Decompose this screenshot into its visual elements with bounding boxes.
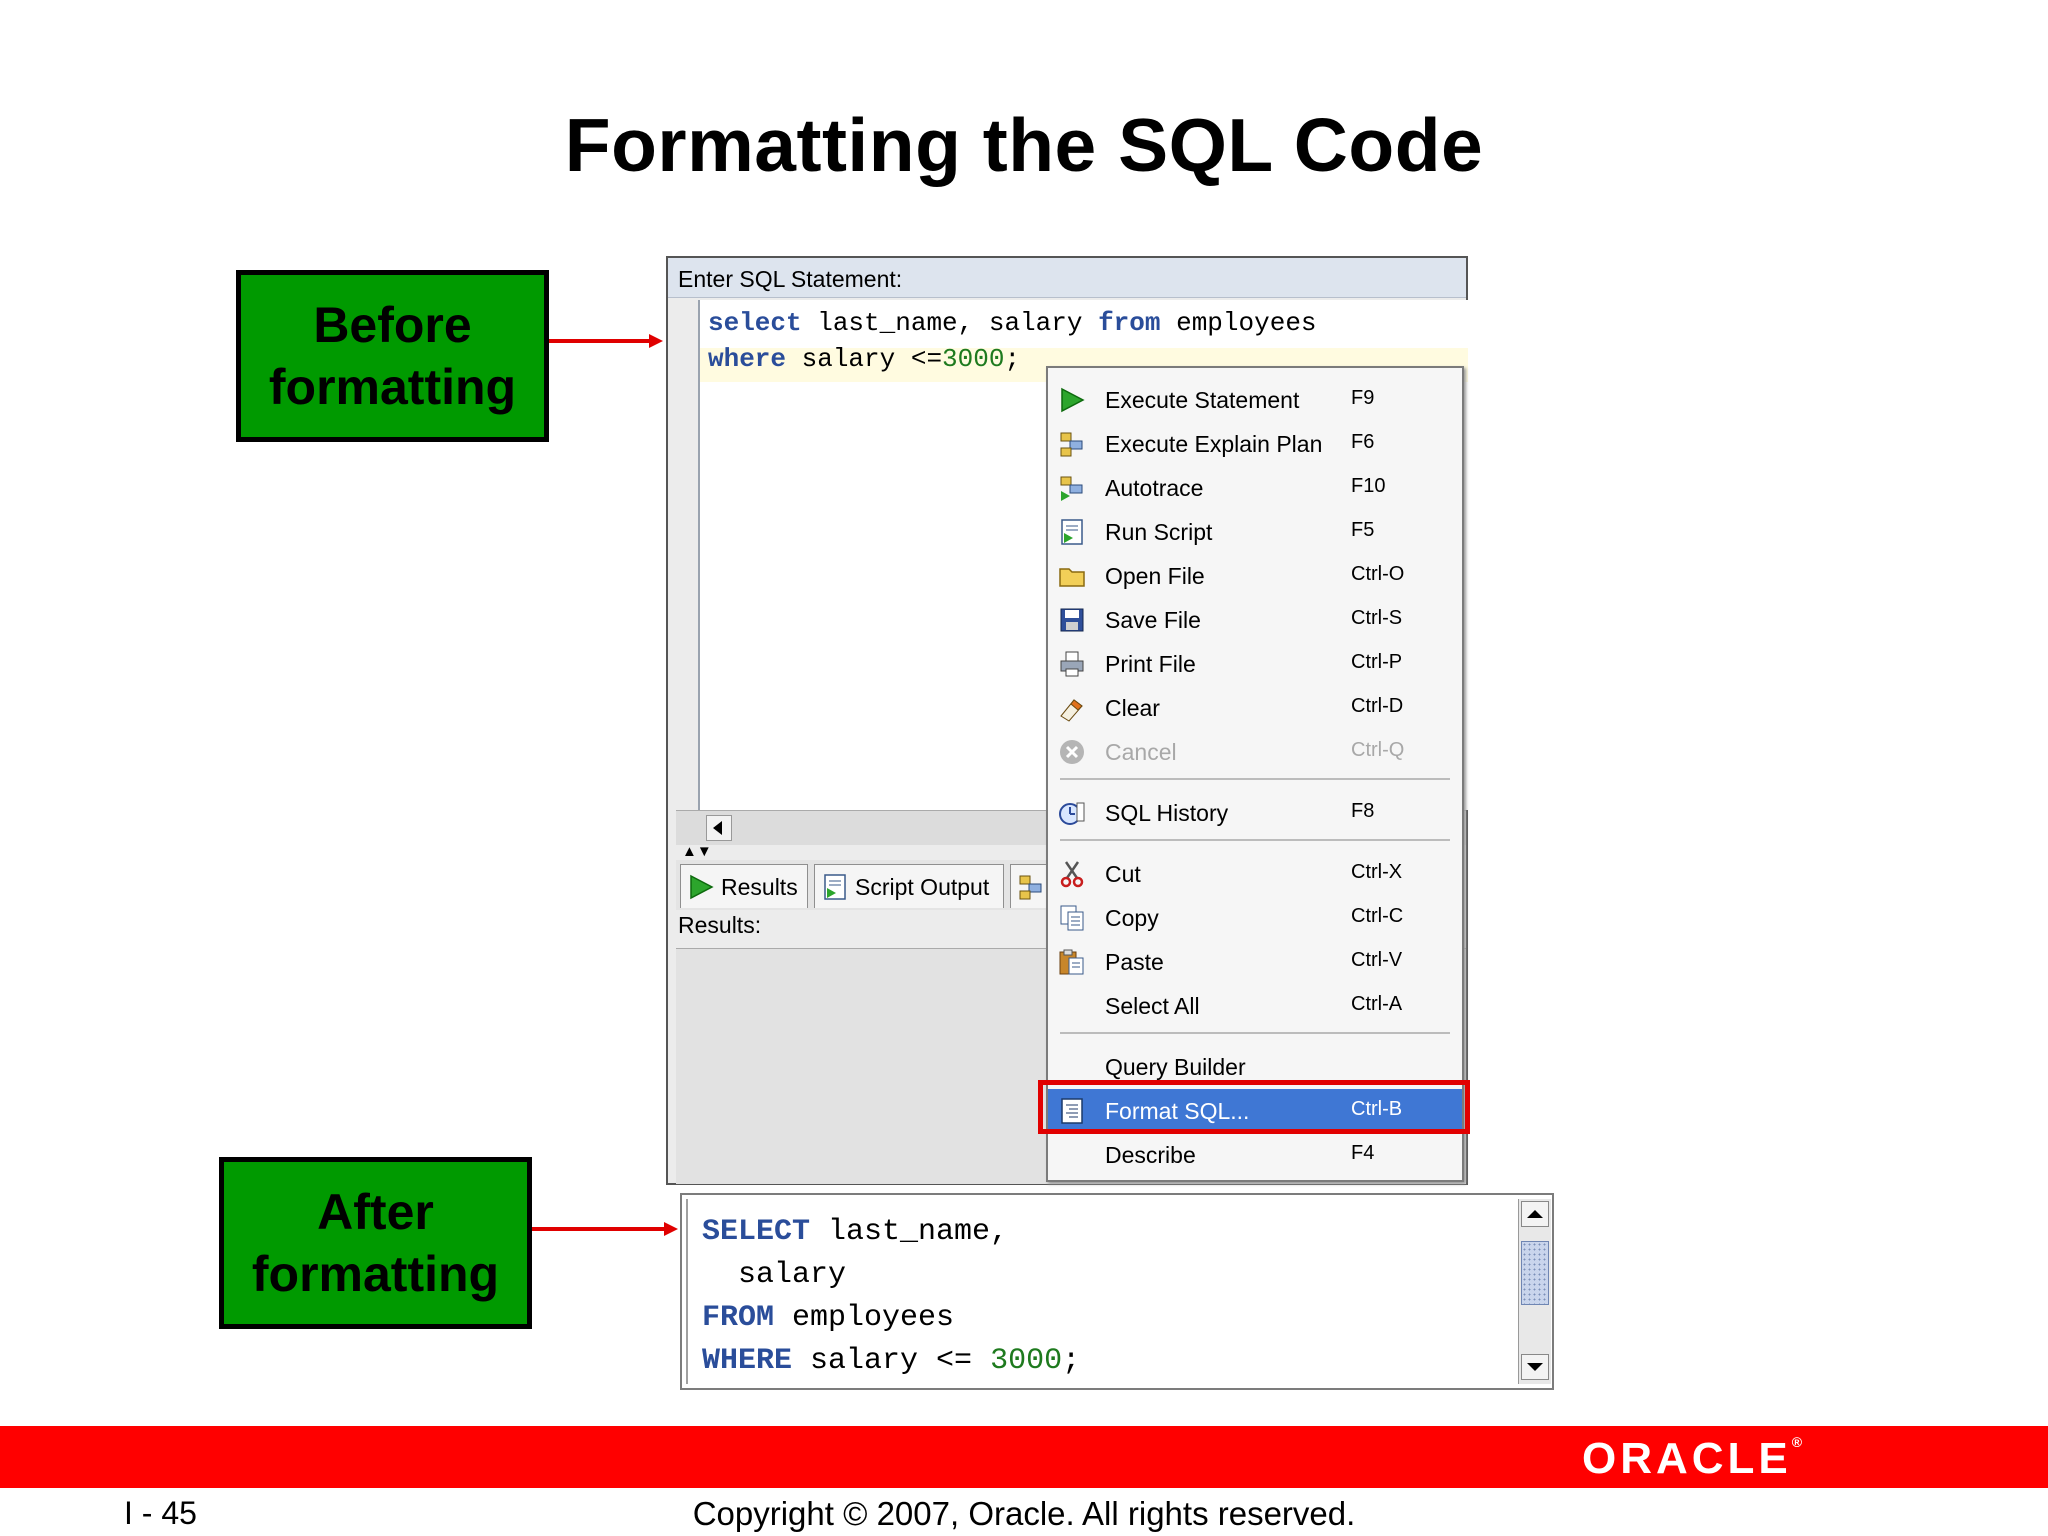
after-formatting-callout: After formatting (219, 1157, 532, 1329)
keyword-where: WHERE (702, 1344, 793, 1378)
slide-title: Formatting the SQL Code (564, 103, 1484, 187)
explain-plan-icon (1060, 432, 1083, 457)
keyword-where: where (708, 344, 787, 374)
formatted-line-3: FROM employees (702, 1301, 954, 1335)
paste-icon (1059, 949, 1084, 975)
oracle-logo-text: ORACLE (1582, 1434, 1792, 1483)
play-icon (690, 874, 714, 900)
after-callout-line2: formatting (251, 1246, 500, 1302)
before-formatting-callout: Before formatting (236, 270, 549, 442)
before-arrow-head (649, 334, 663, 348)
formatted-columns: last_name, (810, 1215, 1009, 1249)
keyword-from: FROM (702, 1301, 775, 1335)
run-script-icon (824, 874, 846, 900)
before-callout-line2: formatting (268, 359, 517, 415)
menu-item-autotrace[interactable]: Autotrace F10 (1048, 466, 1462, 510)
explain-plan-icon (1019, 875, 1042, 900)
formatted-semicolon: ; (1062, 1344, 1081, 1378)
copyright-text: Copyright © 2007, Oracle. All rights res… (692, 1495, 1356, 1532)
after-callout-line1: After (317, 1184, 434, 1240)
menu-item-clear[interactable]: Clear Ctrl-D (1048, 686, 1462, 730)
menu-item-print-file[interactable]: Print File Ctrl-P (1048, 642, 1462, 686)
formatted-sql-editor[interactable]: SELECT last_name, salary FROM employees … (686, 1199, 1516, 1384)
floppy-icon (1060, 608, 1084, 632)
tab-script-output-label: Script Output (855, 874, 990, 900)
formatted-line-1: SELECT last_name, (702, 1215, 1008, 1249)
history-icon (1059, 802, 1085, 825)
autotrace-icon (1060, 476, 1083, 501)
vertical-scrollbar[interactable] (1518, 1199, 1551, 1384)
scroll-left-button[interactable] (706, 815, 732, 841)
tab-results-label: Results (721, 874, 798, 900)
menu-item-copy[interactable]: Copy Ctrl-C (1048, 896, 1462, 940)
code-columns: last_name, salary (801, 308, 1099, 338)
chevron-up-icon (1527, 1210, 1543, 1218)
code-semicolon: ; (1004, 344, 1021, 374)
enter-sql-statement-label: Enter SQL Statement: (668, 258, 1466, 298)
menu-separator (1060, 1032, 1450, 1034)
copy-icon (1060, 905, 1084, 931)
splitter-arrows-icon[interactable]: ▲▼ (682, 844, 712, 859)
menu-item-run-script[interactable]: Run Script F5 (1048, 510, 1462, 554)
format-sql-highlight-box (1038, 1080, 1470, 1134)
play-icon (1061, 387, 1085, 413)
menu-item-cut[interactable]: Cut Ctrl-X (1048, 852, 1462, 896)
tab-script-output[interactable]: Script Output (814, 864, 1004, 908)
scissors-icon (1060, 861, 1084, 888)
after-arrow-line (532, 1227, 664, 1231)
eraser-icon (1060, 699, 1083, 722)
menu-item-execute-statement[interactable]: Execute Statement F9 (1048, 378, 1462, 422)
menu-item-sql-history[interactable]: SQL History F8 (1048, 791, 1462, 835)
tab-results[interactable]: Results (680, 864, 808, 908)
menu-item-execute-explain-plan[interactable]: Execute Explain Plan F6 (1048, 422, 1462, 466)
code-table: employees (1160, 308, 1317, 338)
before-arrow-line (549, 339, 649, 343)
formatted-table: employees (774, 1301, 955, 1335)
before-callout-line1: Before (313, 297, 472, 353)
formatted-line-4: WHERE salary <= 3000; (702, 1344, 1080, 1378)
code-line-1: select last_name, salary from employees (708, 308, 1317, 338)
after-arrow-head (664, 1222, 678, 1236)
formatted-sql-panel: SELECT last_name, salary FROM employees … (680, 1193, 1554, 1390)
menu-separator (1060, 839, 1450, 841)
keyword-select: SELECT (702, 1215, 811, 1249)
printer-icon (1060, 651, 1084, 677)
scroll-down-button[interactable] (1521, 1354, 1549, 1380)
code-line-2: where salary <=3000; (708, 344, 1020, 374)
keyword-select: select (708, 308, 802, 338)
menu-item-paste[interactable]: Paste Ctrl-V (1048, 940, 1462, 984)
results-label: Results: (678, 912, 762, 938)
menu-item-describe[interactable]: Describe F4 (1048, 1133, 1462, 1177)
menu-separator (1060, 778, 1450, 780)
menu-item-open-file[interactable]: Open File Ctrl-O (1048, 554, 1462, 598)
code-number: 3000 (942, 344, 1005, 374)
oracle-logo: ORACLE® (1582, 1434, 1803, 1483)
page-number: I - 45 (124, 1495, 197, 1531)
scroll-up-button[interactable] (1521, 1201, 1549, 1227)
formatted-condition: salary <= (792, 1344, 991, 1378)
menu-item-select-all[interactable]: Select All Ctrl-A (1048, 984, 1462, 1028)
formatted-line-2: salary (702, 1258, 847, 1292)
menu-item-cancel[interactable]: Cancel Ctrl-Q (1048, 730, 1462, 774)
menu-item-save-file[interactable]: Save File Ctrl-S (1048, 598, 1462, 642)
code-condition: salary <= (786, 344, 943, 374)
cancel-icon (1060, 740, 1084, 764)
run-script-icon (1061, 519, 1083, 545)
keyword-from: from (1098, 308, 1161, 338)
scrollbar-thumb[interactable] (1521, 1241, 1549, 1305)
chevron-down-icon (1527, 1363, 1543, 1371)
folder-icon (1059, 568, 1085, 587)
editor-context-menu: Execute Statement F9 Execute Explain Pla… (1046, 366, 1464, 1182)
formatted-number: 3000 (990, 1344, 1063, 1378)
